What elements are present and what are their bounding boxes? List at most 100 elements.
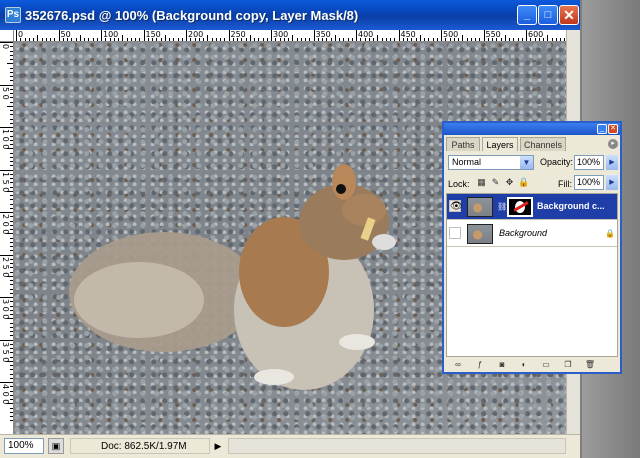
- ruler-tick: [296, 38, 298, 41]
- lock-image-pixels-icon[interactable]: ✎: [490, 177, 501, 188]
- ruler-tick: [10, 122, 13, 124]
- status-options-icon[interactable]: ▣: [48, 438, 64, 454]
- ruler-origin[interactable]: [0, 30, 14, 42]
- ruler-tick: [10, 50, 13, 52]
- ruler-tick: [7, 360, 13, 362]
- ruler-tick: [10, 326, 13, 328]
- lock-all-icon[interactable]: 🔒: [518, 177, 529, 188]
- ruler-tick: [283, 38, 285, 41]
- chevron-down-icon[interactable]: ▼: [520, 156, 533, 169]
- ruler-tick: [415, 38, 417, 41]
- ruler-tick: [173, 38, 175, 41]
- fill-field[interactable]: 100%: [574, 175, 604, 190]
- layer-thumbnail[interactable]: [467, 224, 493, 244]
- eye-icon[interactable]: 👁: [449, 200, 463, 212]
- add-mask-icon[interactable]: ◙: [496, 359, 508, 371]
- ruler-tick: [62, 38, 64, 41]
- blend-mode-select[interactable]: Normal ▼: [448, 155, 534, 170]
- tab-layers[interactable]: Layers: [482, 137, 518, 151]
- document-titlebar[interactable]: Ps 352676.psd @ 100% (Background copy, L…: [0, 0, 580, 30]
- opacity-label: Opacity:: [540, 157, 574, 167]
- tab-channels[interactable]: Channels: [520, 137, 566, 151]
- ruler-tick: [479, 38, 481, 41]
- maximize-button[interactable]: □: [538, 5, 558, 25]
- ruler-tick: [16, 30, 17, 41]
- ruler-tick: [207, 35, 209, 41]
- layer-row-background-copy[interactable]: 👁 ⛓ Background c...: [447, 194, 617, 220]
- ruler-tick: [402, 38, 404, 41]
- palette-titlebar[interactable]: _ ✕: [444, 123, 620, 135]
- opacity-slider-arrow-icon[interactable]: ▶: [606, 155, 618, 170]
- ruler-tick: [10, 88, 13, 90]
- chain-link-icon[interactable]: ⛓: [497, 202, 507, 212]
- ruler-tick: [10, 114, 13, 116]
- link-layers-icon[interactable]: ∞: [452, 359, 464, 371]
- zoom-field[interactable]: 100%: [4, 438, 44, 454]
- close-button[interactable]: ✕: [559, 5, 579, 25]
- ruler-tick: [309, 38, 311, 41]
- horizontal-ruler[interactable]: 0 50 100 150 200 250 300 350 400 450 500 550 600: [14, 30, 566, 42]
- ruler-tick: [330, 38, 332, 41]
- ruler-tick: [7, 275, 13, 277]
- ruler-tick: [10, 271, 13, 273]
- ruler-tick: [10, 46, 13, 48]
- delete-layer-icon[interactable]: 🗑: [584, 359, 596, 371]
- ruler-tick: [10, 80, 13, 82]
- ruler-tick: [24, 38, 26, 41]
- ruler-tick: [513, 38, 515, 41]
- adjustment-layer-icon[interactable]: ◐: [518, 359, 530, 371]
- vertical-ruler[interactable]: 0 5 0 1 0 0 1 5 0 2 0 0 2 5 0 3 0 0 3 5 0 4 0 0: [0, 30, 14, 434]
- lock-icon: 🔒: [605, 229, 615, 238]
- horizontal-scrollbar[interactable]: [228, 438, 566, 454]
- ruler-tick: [10, 288, 13, 290]
- ruler-tick: [0, 382, 13, 383]
- ruler-tick: [0, 339, 13, 341]
- ruler-tick: [113, 38, 115, 41]
- ruler-tick: [521, 38, 523, 41]
- new-layer-icon[interactable]: ❐: [562, 359, 574, 371]
- ruler-tick: [10, 246, 13, 247]
- lock-position-icon[interactable]: ✥: [504, 177, 515, 188]
- ruler-tick: [517, 38, 519, 41]
- ruler-tick: [377, 35, 379, 41]
- new-group-icon[interactable]: ▭: [540, 359, 552, 371]
- layer-thumbnail[interactable]: [467, 197, 493, 217]
- ruler-tick: [10, 356, 13, 358]
- document-size-info: Doc: 862.5K/1.97M: [70, 438, 210, 454]
- ruler-label: 1 5 0: [1, 171, 10, 192]
- ruler-tick: [10, 110, 13, 111]
- ruler-tick: [356, 30, 357, 41]
- layer-mask-thumbnail[interactable]: [507, 197, 533, 217]
- opacity-field[interactable]: 100%: [574, 155, 604, 170]
- visibility-toggle[interactable]: [449, 227, 461, 239]
- ruler-tick: [317, 38, 319, 41]
- ruler-tick: [543, 38, 544, 41]
- ruler-tick: [109, 38, 111, 41]
- ruler-tick: [54, 38, 56, 41]
- ruler-tick: [305, 38, 306, 41]
- layer-style-icon[interactable]: ƒ: [474, 359, 486, 371]
- ruler-tick: [300, 38, 302, 41]
- lock-transparent-pixels-icon[interactable]: ▦: [476, 177, 487, 188]
- ruler-tick: [249, 35, 251, 41]
- status-menu-arrow-icon[interactable]: ▶: [212, 438, 224, 454]
- fill-slider-arrow-icon[interactable]: ▶: [606, 175, 618, 190]
- ruler-tick: [10, 335, 13, 337]
- ruler-tick: [530, 38, 532, 41]
- tab-paths[interactable]: Paths: [446, 137, 480, 151]
- ruler-tick: [211, 38, 213, 41]
- palette-minimize-button[interactable]: _: [597, 124, 607, 134]
- ruler-tick: [10, 343, 13, 345]
- ruler-tick: [10, 195, 13, 196]
- ruler-tick: [7, 63, 13, 65]
- ruler-tick: [50, 38, 51, 41]
- palette-close-button[interactable]: ✕: [608, 124, 618, 134]
- palette-menu-icon[interactable]: ▸: [608, 139, 618, 149]
- ruler-tick: [0, 84, 13, 86]
- layer-row-background[interactable]: Background 🔒: [447, 221, 617, 247]
- ruler-tick: [394, 38, 396, 41]
- ruler-tick: [118, 38, 119, 41]
- minimize-button[interactable]: _: [517, 5, 537, 25]
- ruler-tick: [445, 38, 447, 41]
- ruler-label: 5 0: [1, 86, 10, 100]
